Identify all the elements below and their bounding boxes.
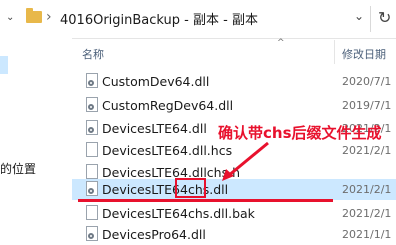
annotation-arrow-icon — [222, 141, 269, 181]
